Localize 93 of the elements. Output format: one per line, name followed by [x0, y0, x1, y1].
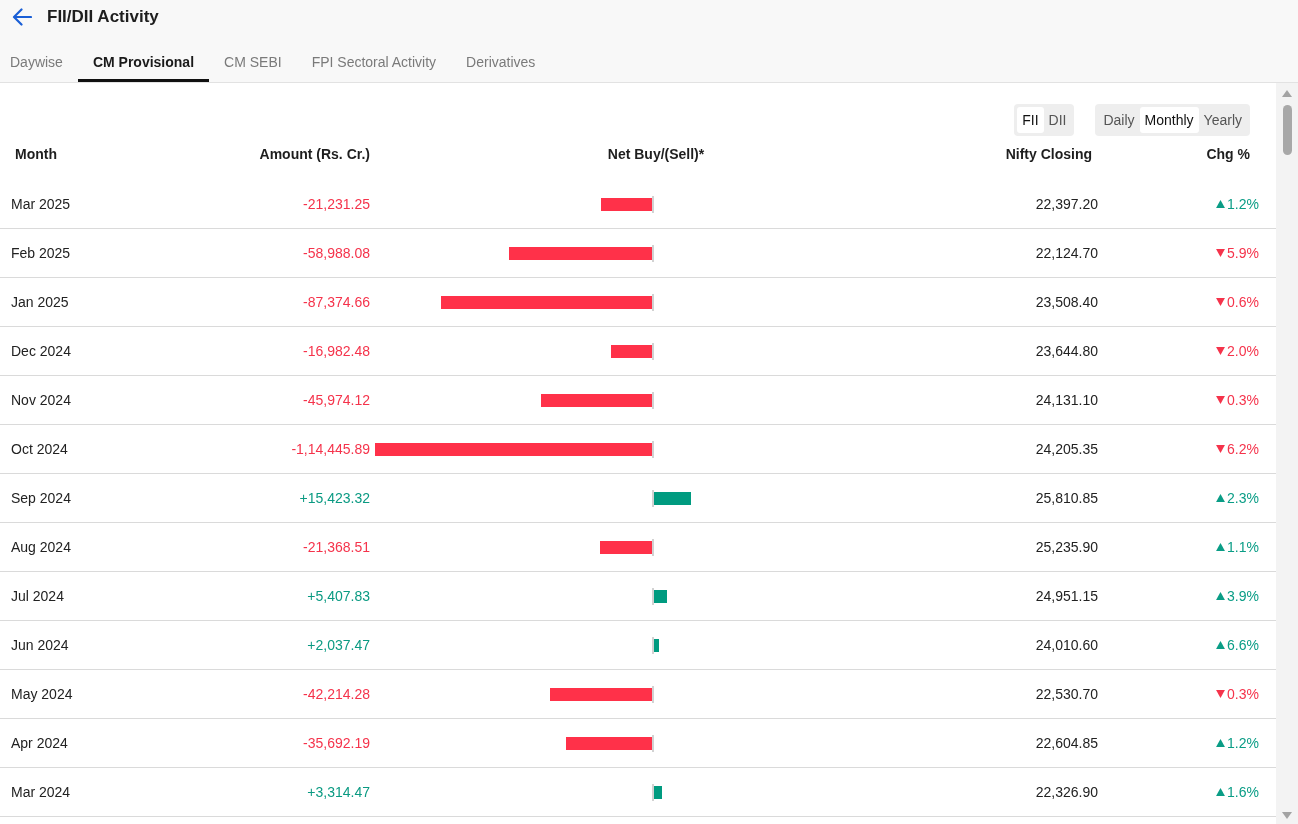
change-text: 6.2%	[1227, 441, 1259, 457]
nifty-closing-cell: 22,530.70	[1035, 686, 1098, 702]
amount-cell: +3,314.47	[307, 784, 370, 800]
column-header: Amount (Rs. Cr.)	[259, 146, 370, 162]
amount-cell: -1,14,445.89	[291, 441, 370, 457]
month-cell: Dec 2024	[11, 343, 71, 359]
toggle-option[interactable]: Monthly	[1139, 107, 1199, 133]
month-cell: Nov 2024	[11, 392, 71, 408]
scrollbar-thumb[interactable]	[1282, 105, 1292, 155]
column-header: Net Buy/(Sell)*	[607, 146, 705, 162]
axis-tick	[652, 195, 654, 213]
amount-cell: +15,423.32	[299, 490, 370, 506]
net-flow-bar	[600, 540, 652, 554]
column-header: Month	[15, 146, 57, 162]
change-text: 5.9%	[1227, 245, 1259, 261]
nifty-closing-cell: 23,508.40	[1035, 294, 1098, 310]
month-cell: Jan 2025	[11, 294, 69, 310]
column-header: Nifty Closing	[1005, 146, 1092, 162]
nifty-closing-cell: 22,604.85	[1035, 735, 1098, 751]
change-text: 2.0%	[1227, 343, 1259, 359]
change-text: 0.3%	[1227, 392, 1259, 408]
axis-tick	[652, 685, 654, 703]
month-cell: May 2024	[11, 686, 73, 702]
change-text: 1.1%	[1227, 539, 1259, 555]
amount-cell: -35,692.19	[303, 735, 370, 751]
change-text: 1.6%	[1227, 784, 1259, 800]
axis-tick	[652, 538, 654, 556]
change-text: 2.3%	[1227, 490, 1259, 506]
toggle-option[interactable]: Daily	[1098, 107, 1140, 133]
amount-cell: -87,374.66	[303, 294, 370, 310]
net-flow-bar	[654, 491, 692, 505]
change-text: 1.2%	[1227, 735, 1259, 751]
scroll-up-icon[interactable]	[1282, 90, 1292, 97]
axis-tick	[652, 587, 654, 605]
amount-cell: -21,368.51	[303, 539, 370, 555]
column-header: Chg %	[1206, 146, 1250, 162]
month-cell: Feb 2025	[11, 245, 71, 261]
change-text: 1.2%	[1227, 196, 1259, 212]
month-cell: Aug 2024	[11, 539, 71, 555]
nifty-closing-cell: 22,124.70	[1035, 245, 1098, 261]
axis-tick	[652, 734, 654, 752]
amount-cell: +2,037.47	[307, 637, 370, 653]
axis-tick	[652, 783, 654, 801]
tab[interactable]: FPI Sectoral Activity	[296, 42, 452, 82]
tab[interactable]: Derivatives	[451, 42, 551, 82]
page-title: FII/DII Activity	[47, 7, 159, 27]
nifty-closing-cell: 22,397.20	[1035, 196, 1098, 212]
month-cell: Jul 2024	[11, 588, 64, 604]
axis-tick	[652, 489, 654, 507]
month-cell: Apr 2024	[11, 735, 68, 751]
month-cell: Sep 2024	[11, 490, 71, 506]
tab[interactable]: CM SEBI	[209, 42, 297, 82]
change-text: 0.3%	[1227, 686, 1259, 702]
axis-tick	[652, 391, 654, 409]
axis-tick	[652, 293, 654, 311]
toggle-option[interactable]: FII	[1017, 107, 1044, 133]
month-cell: Mar 2025	[11, 196, 71, 212]
net-flow-bar	[654, 589, 668, 603]
amount-cell: -16,982.48	[303, 343, 370, 359]
tab[interactable]: CM Provisional	[77, 42, 210, 82]
nifty-closing-cell: 24,010.60	[1035, 637, 1098, 653]
nifty-closing-cell: 24,205.35	[1035, 441, 1098, 457]
amount-cell: +5,407.83	[307, 588, 370, 604]
tab[interactable]: Daywise	[0, 42, 78, 82]
change-text: 0.6%	[1227, 294, 1259, 310]
nifty-closing-cell: 25,235.90	[1035, 539, 1098, 555]
amount-cell: -21,231.25	[303, 196, 370, 212]
scroll-down-icon[interactable]	[1282, 812, 1292, 819]
toggle-option[interactable]: Yearly	[1198, 107, 1247, 133]
month-cell: Mar 2024	[11, 784, 71, 800]
back-arrow-icon[interactable]	[12, 8, 32, 26]
net-flow-bar	[654, 785, 662, 799]
scrollbar[interactable]	[1276, 83, 1298, 824]
toggle-option[interactable]: DII	[1043, 107, 1072, 133]
amount-cell: -42,214.28	[303, 686, 370, 702]
month-cell: Jun 2024	[11, 637, 69, 653]
nifty-closing-cell: 22,326.90	[1035, 784, 1098, 800]
net-flow-bar	[610, 344, 652, 358]
axis-tick	[652, 636, 654, 654]
amount-cell: -58,988.08	[303, 245, 370, 261]
change-text: 6.6%	[1227, 637, 1259, 653]
nifty-closing-cell: 24,951.15	[1035, 588, 1098, 604]
nifty-closing-cell: 23,644.80	[1035, 343, 1098, 359]
amount-cell: -45,974.12	[303, 392, 370, 408]
net-flow-bar	[654, 638, 659, 652]
month-cell: Oct 2024	[11, 441, 68, 457]
nifty-closing-cell: 24,131.10	[1035, 392, 1098, 408]
change-text: 3.9%	[1227, 588, 1259, 604]
axis-tick	[652, 244, 654, 262]
net-flow-bar	[600, 197, 652, 211]
axis-tick	[652, 342, 654, 360]
nifty-closing-cell: 25,810.85	[1035, 490, 1098, 506]
axis-tick	[652, 440, 654, 458]
